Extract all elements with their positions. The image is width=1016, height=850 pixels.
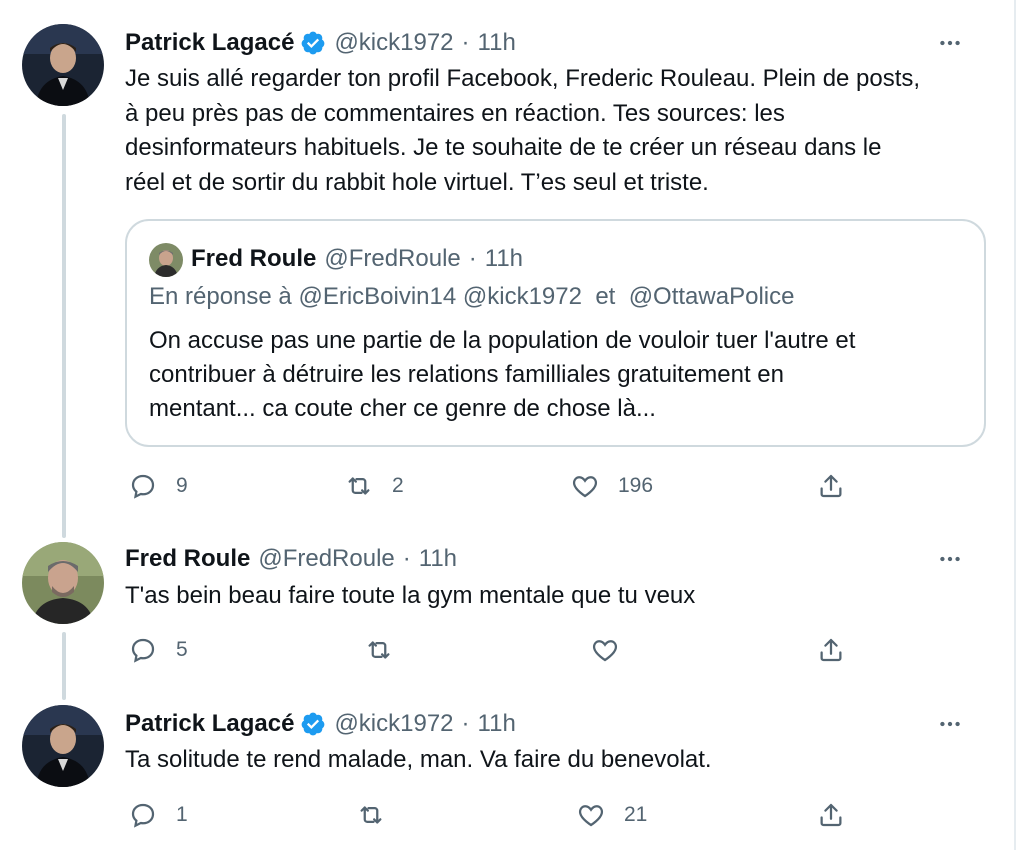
timestamp[interactable]: 11h [478, 29, 516, 57]
text-line: réel et de sortir du rabbit hole virtuel… [125, 168, 709, 196]
timestamp[interactable]: 11h [419, 545, 457, 573]
reply-count: 5 [176, 638, 188, 661]
action-bar: 5 [0, 630, 1012, 670]
like-button[interactable] [590, 630, 620, 670]
tweet[interactable]: Patrick Lagacé @kick1972 · 11h Ta solitu… [0, 690, 1012, 850]
reply-icon [128, 800, 158, 830]
reply-button[interactable]: 5 [128, 630, 188, 670]
like-count: 196 [618, 474, 654, 497]
tweet[interactable]: Patrick Lagacé @kick1972 · 11h Je suis a… [0, 0, 1012, 538]
action-bar: 9 2 196 [0, 466, 1012, 506]
tweet-header: Patrick Lagacé @kick1972 · 11h [125, 707, 516, 741]
conjunction: et [595, 283, 616, 310]
heart-icon [570, 471, 600, 501]
tweet-text: T'as bein beau faire toute la gym mental… [125, 579, 985, 614]
share-button[interactable] [816, 466, 846, 506]
more-horizontal-icon[interactable] [932, 25, 968, 61]
text-line: mentant... ca coute cher ce genre de cho… [149, 395, 656, 422]
reply-button[interactable]: 1 [128, 795, 188, 835]
retweet-icon [356, 800, 386, 830]
text-line: Ta solitude te rend malade, man. Va fair… [125, 746, 712, 773]
heart-icon [576, 800, 606, 830]
avatar[interactable] [22, 24, 104, 106]
tweet-header: Patrick Lagacé @kick1972 · 11h [125, 26, 516, 60]
retweet-button[interactable] [356, 795, 386, 835]
like-button[interactable]: 21 [576, 795, 647, 835]
heart-icon [590, 635, 620, 665]
like-button[interactable]: 196 [570, 466, 653, 506]
timestamp: 11h [484, 245, 524, 272]
avatar[interactable] [22, 542, 104, 624]
more-horizontal-icon[interactable] [932, 541, 968, 577]
share-icon [816, 800, 846, 830]
share-button[interactable] [816, 630, 846, 670]
reply-button[interactable]: 9 [128, 466, 188, 506]
share-icon [816, 471, 846, 501]
text-line: Je suis allé regarder ton profil Faceboo… [125, 65, 921, 92]
verified-badge-icon [300, 711, 326, 737]
author-name[interactable]: Patrick Lagacé [125, 710, 294, 738]
tweet-header: Fred Roule @FredRoule · 11h [125, 542, 457, 576]
author-handle[interactable]: @FredRoule [258, 545, 394, 573]
separator: · [468, 245, 477, 272]
retweet-icon [364, 635, 394, 665]
mention: @OttawaPolice [628, 283, 795, 310]
tweet[interactable]: Fred Roule @FredRoule · 11h T'as bein be… [0, 530, 1012, 700]
text-line: desinformateurs habituels. Je te souhait… [125, 134, 882, 161]
reply-count: 9 [176, 474, 188, 497]
text-line: à peu près pas de commentaires en réacti… [125, 99, 785, 127]
avatar [149, 243, 183, 277]
tweet-text: Ta solitude te rend malade, man. Va fair… [125, 743, 985, 778]
share-icon [816, 635, 846, 665]
share-button[interactable] [816, 795, 846, 835]
separator: · [402, 545, 411, 572]
quote-header: Fred Roule @FredRoule · 11h [191, 241, 523, 277]
more-horizontal-icon[interactable] [932, 706, 968, 742]
separator: · [461, 710, 470, 737]
retweet-icon [344, 471, 374, 501]
like-count: 21 [624, 803, 648, 826]
reply-count: 1 [176, 803, 188, 826]
avatar[interactable] [22, 705, 104, 787]
author-name: Fred Roule [191, 245, 317, 272]
tweet-text: Je suis allé regarder ton profil Faceboo… [125, 62, 985, 200]
retweet-button[interactable]: 2 [344, 466, 404, 506]
author-name[interactable]: Fred Roule [125, 545, 250, 573]
author-handle[interactable]: @kick1972 [334, 29, 453, 57]
mention: @kick1972 [462, 283, 582, 310]
quoted-tweet[interactable]: Fred Roule @FredRoule · 11h En réponse à… [125, 219, 986, 447]
separator: · [461, 29, 470, 56]
timeline: Patrick Lagacé @kick1972 · 11h Je suis a… [0, 0, 1016, 850]
reply-icon [128, 471, 158, 501]
author-handle: @FredRoule [324, 245, 461, 272]
verified-badge-icon [300, 30, 326, 56]
author-handle[interactable]: @kick1972 [334, 710, 453, 738]
quote-text: On accuse pas une partie de la populatio… [149, 324, 949, 426]
action-bar: 1 21 [0, 795, 1012, 835]
text-line: On accuse pas une partie de la populatio… [149, 327, 856, 354]
text-line: contribuer à détruire les relations fami… [149, 361, 784, 388]
reply-prefix: En réponse à [149, 283, 292, 310]
mention: @EricBoivin14 [298, 283, 457, 310]
timestamp[interactable]: 11h [478, 710, 516, 738]
reply-icon [128, 635, 158, 665]
text-line: T'as bein beau faire toute la gym mental… [125, 582, 696, 609]
reply-context: En réponse à @EricBoivin14 @kick1972 et … [149, 283, 794, 311]
retweet-count: 2 [392, 474, 404, 497]
author-name[interactable]: Patrick Lagacé [125, 29, 294, 57]
retweet-button[interactable] [364, 630, 394, 670]
